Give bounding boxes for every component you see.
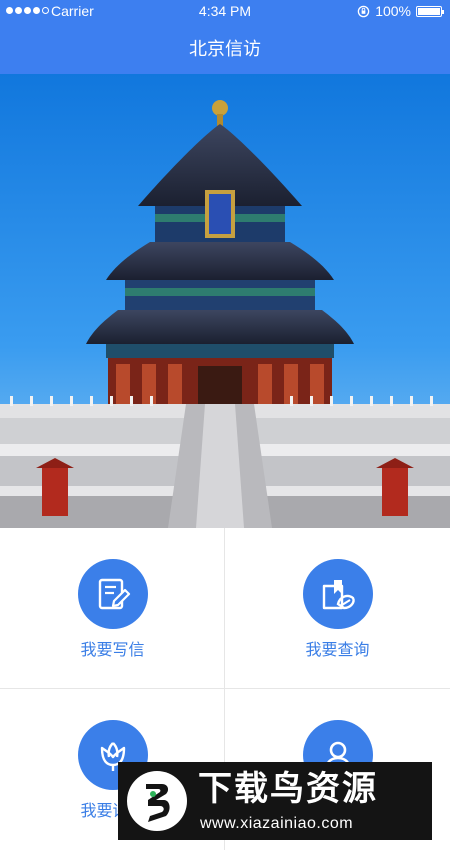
battery-percent: 100%	[375, 3, 411, 19]
write-letter-icon	[77, 559, 148, 629]
query-button[interactable]: 我要查询	[225, 528, 450, 688]
page-title: 北京信访	[189, 39, 261, 59]
query-label: 我要查询	[305, 642, 370, 659]
status-right: 100%	[357, 0, 444, 22]
write-letter-button[interactable]: 我要写信	[0, 528, 225, 688]
app-header: Carrier 4:34 PM 100% 北京信访	[0, 0, 450, 74]
rotation-lock-icon	[357, 5, 370, 17]
bird-logo-icon	[127, 771, 187, 831]
watermark-logo-text: 下载鸟资源	[198, 770, 378, 808]
watermark-banner: 下载鸟资源 www.xiazainiao.com	[118, 762, 432, 840]
write-letter-label: 我要写信	[80, 642, 145, 659]
status-bar: Carrier 4:34 PM 100%	[0, 0, 450, 22]
temple-of-heaven-photo	[0, 74, 450, 528]
battery-icon	[416, 5, 444, 17]
watermark-url: www.xiazainiao.com	[200, 815, 354, 832]
query-icon	[302, 559, 373, 629]
hero-banner-image	[0, 74, 450, 528]
